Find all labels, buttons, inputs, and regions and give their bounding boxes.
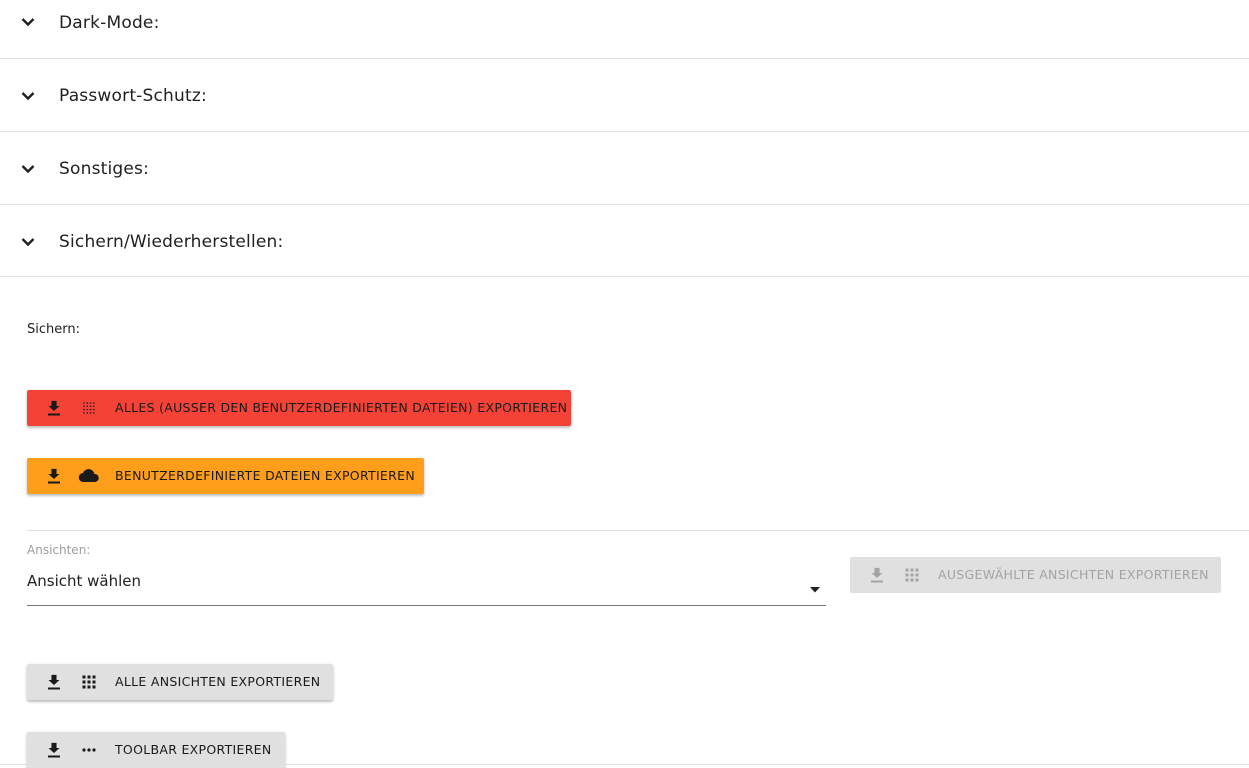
export-toolbar-label: TOOLBAR EXPORTIEREN bbox=[115, 742, 272, 757]
export-selected-views-button[interactable]: AUSGEWÄHLTE ANSICHTEN EXPORTIEREN bbox=[850, 557, 1221, 593]
views-select[interactable]: Ansicht wählen bbox=[27, 568, 826, 606]
download-icon bbox=[46, 468, 62, 484]
chevron-down-icon bbox=[20, 14, 36, 30]
views-select-value: Ansicht wählen bbox=[27, 572, 142, 590]
divider bbox=[27, 530, 1249, 531]
apps-grid-icon bbox=[81, 674, 97, 690]
backup-heading: Sichern: bbox=[27, 322, 80, 337]
section-title: Sonstiges: bbox=[59, 159, 150, 179]
chevron-down-icon bbox=[20, 161, 36, 177]
section-password-protection[interactable]: Passwort-Schutz: bbox=[0, 59, 1249, 132]
export-toolbar-button[interactable]: TOOLBAR EXPORTIEREN bbox=[27, 732, 285, 768]
section-title: Passwort-Schutz: bbox=[59, 86, 207, 106]
section-title: Dark-Mode: bbox=[59, 13, 160, 33]
chevron-down-icon bbox=[20, 88, 36, 104]
download-icon bbox=[869, 567, 885, 583]
divider bbox=[0, 764, 1249, 765]
arrow-drop-down-icon bbox=[810, 578, 820, 597]
download-icon bbox=[46, 674, 62, 690]
more-horiz-icon bbox=[81, 742, 97, 758]
export-custom-files-button[interactable]: BENUTZERDEFINIERTE DATEIEN EXPORTIEREN bbox=[27, 458, 424, 494]
dot-matrix-icon bbox=[81, 400, 97, 416]
export-all-label: ALLES (AUSSER DEN BENUTZERDEFINIERTEN DA… bbox=[115, 400, 568, 415]
cloud-icon bbox=[78, 468, 100, 484]
export-selected-views-label: AUSGEWÄHLTE ANSICHTEN EXPORTIEREN bbox=[938, 567, 1209, 582]
section-backup-restore[interactable]: Sichern/Wiederherstellen: bbox=[0, 205, 1249, 277]
section-title: Sichern/Wiederherstellen: bbox=[59, 232, 284, 252]
export-all-views-label: ALLE ANSICHTEN EXPORTIEREN bbox=[115, 674, 321, 689]
chevron-down-icon bbox=[20, 234, 36, 250]
section-misc[interactable]: Sonstiges: bbox=[0, 132, 1249, 205]
apps-grid-icon bbox=[904, 567, 920, 583]
download-icon bbox=[46, 400, 62, 416]
export-custom-files-label: BENUTZERDEFINIERTE DATEIEN EXPORTIEREN bbox=[115, 468, 415, 483]
views-select-label: Ansichten: bbox=[27, 543, 91, 557]
section-dark-mode[interactable]: Dark-Mode: bbox=[0, 0, 1249, 59]
export-all-button[interactable]: ALLES (AUSSER DEN BENUTZERDEFINIERTEN DA… bbox=[27, 390, 571, 426]
export-all-views-button[interactable]: ALLE ANSICHTEN EXPORTIEREN bbox=[27, 664, 333, 700]
download-icon bbox=[46, 742, 62, 758]
